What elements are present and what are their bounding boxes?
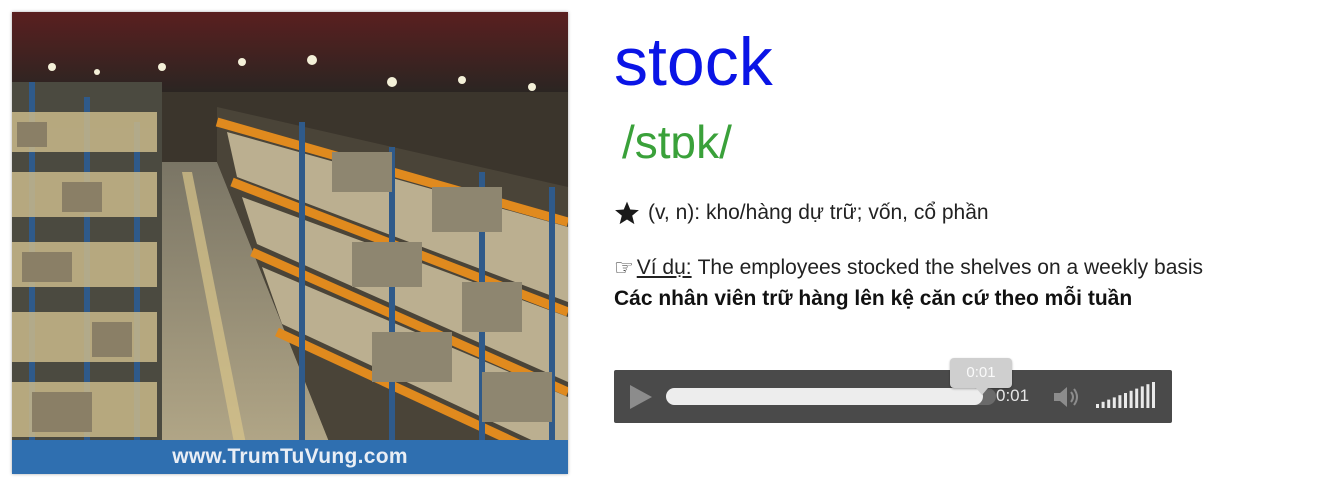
warehouse-illustration [12, 12, 568, 474]
star-icon [615, 201, 639, 225]
volume-bar[interactable] [1112, 397, 1116, 408]
progress-fill [666, 388, 983, 405]
phonetic-transcription: /stɒk/ [622, 116, 732, 168]
example-translation: Các nhân viên trữ hàng lên kệ căn cứ the… [614, 287, 1133, 310]
warehouse-image: www.TrumTuVung.com [12, 12, 568, 474]
volume-bar[interactable] [1101, 401, 1105, 408]
watermark-banner: www.TrumTuVung.com [12, 440, 568, 474]
time-tooltip: 0:01 [950, 358, 1012, 395]
speaker-icon[interactable] [1052, 384, 1082, 410]
volume-bar[interactable] [1107, 399, 1111, 408]
volume-bar[interactable] [1135, 388, 1139, 408]
current-time: 0:01 [996, 386, 1030, 405]
volume-bar[interactable] [1129, 390, 1133, 408]
pointing-hand-icon: ☞ [614, 255, 634, 280]
volume-bar[interactable] [1096, 404, 1099, 408]
play-icon[interactable] [626, 383, 654, 411]
volume-slider[interactable] [1094, 382, 1160, 412]
example-text: The employees stocked the shelves on a w… [697, 256, 1204, 279]
volume-bar[interactable] [1140, 386, 1144, 408]
vocabulary-word: stock [614, 24, 773, 100]
volume-bar[interactable] [1124, 393, 1127, 408]
progress-track[interactable] [666, 388, 996, 405]
volume-bar[interactable] [1146, 384, 1150, 408]
vocabulary-card: www.TrumTuVung.com stock /stɒk/ (v, n): … [0, 0, 1343, 495]
volume-bar[interactable] [1152, 382, 1155, 408]
audio-player: 0:01 0:01 [614, 358, 1172, 423]
volume-bar[interactable] [1118, 395, 1122, 408]
definition-text: (v, n): kho/hàng dự trữ; vốn, cổ phần [648, 201, 989, 224]
example-label: Ví dụ: [636, 256, 692, 279]
example-line: ☞ Ví dụ: The employees stocked the shelv… [614, 253, 1203, 283]
definition-line: (v, n): kho/hàng dự trữ; vốn, cổ phần [614, 198, 989, 228]
